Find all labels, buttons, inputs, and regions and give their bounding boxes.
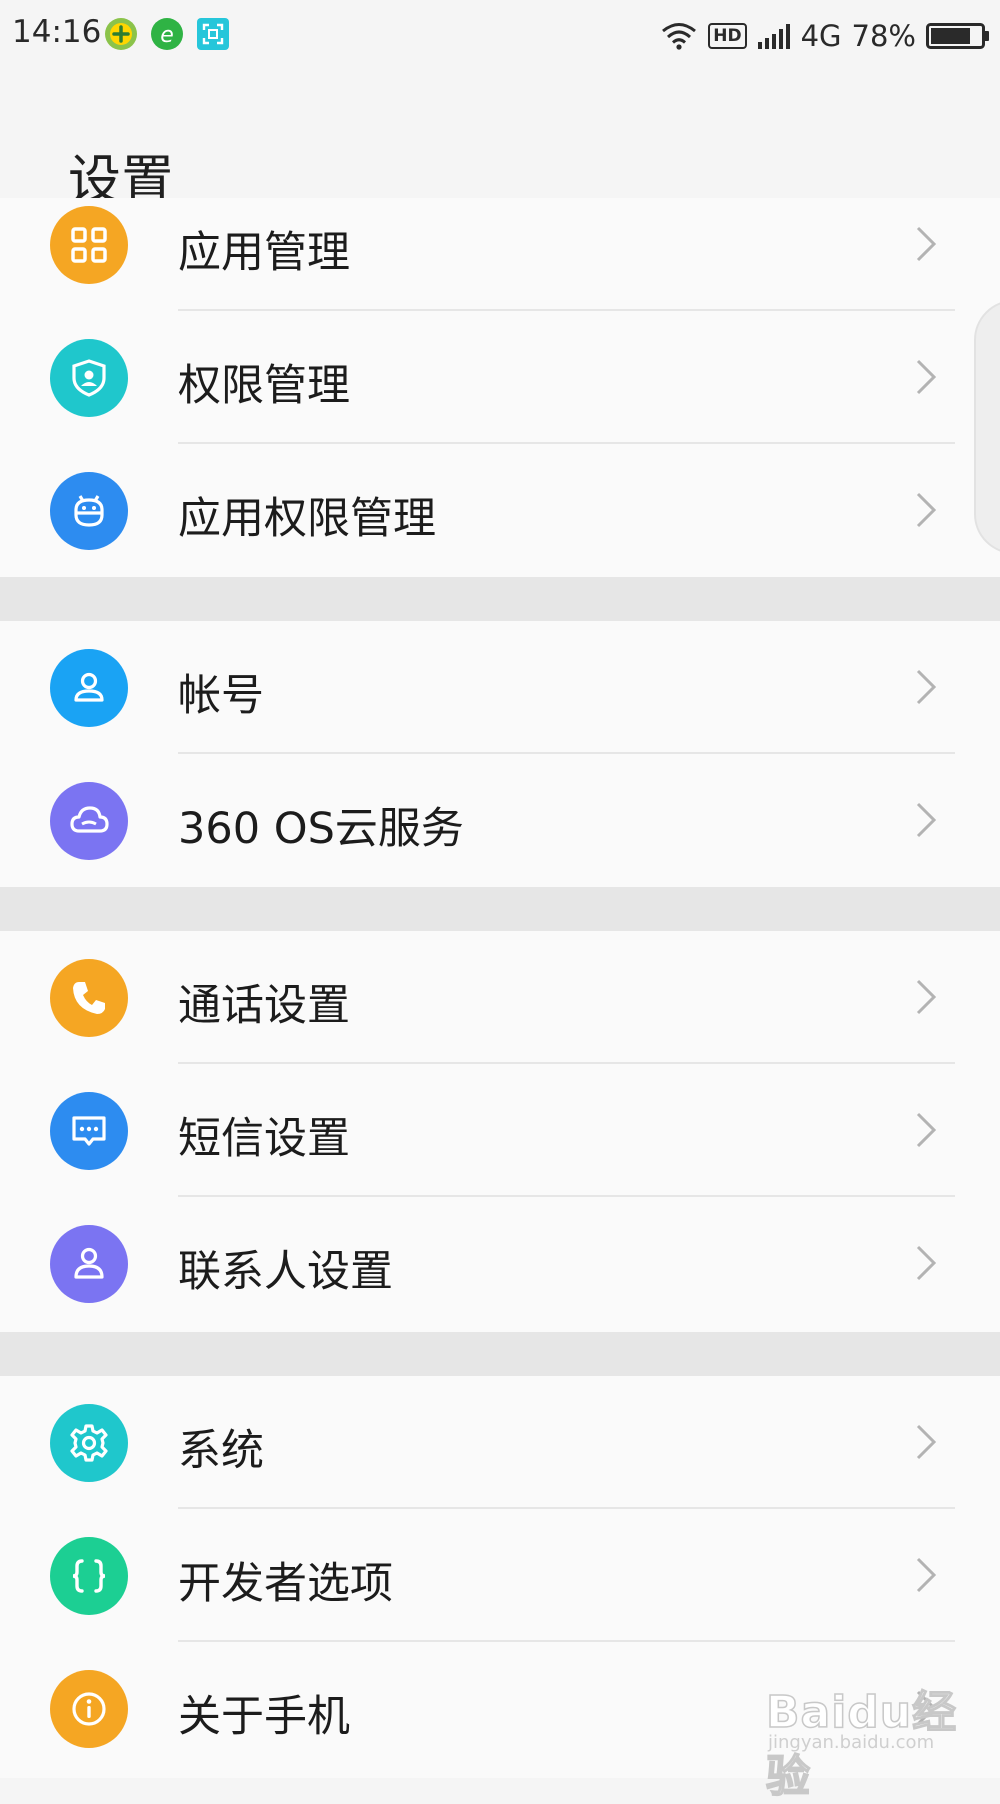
- settings-group-communication: 通话设置 短信设置 联系人设置: [0, 931, 1000, 1332]
- chevron-right-icon: [916, 359, 937, 395]
- settings-group-account: 帐号 360 OS云服务: [0, 621, 1000, 887]
- grid-apps-icon: [50, 206, 128, 284]
- network-type: 4G: [800, 19, 842, 53]
- settings-item-app-permission-management[interactable]: 应用权限管理: [0, 444, 1000, 577]
- settings-item-app-management[interactable]: 应用管理: [0, 198, 1000, 311]
- battery-percent: 78%: [851, 19, 916, 53]
- info-icon: [50, 1670, 128, 1748]
- side-scroll-handle[interactable]: [974, 300, 1000, 554]
- status-time: 14:16: [12, 14, 102, 50]
- section-separator: [0, 577, 1000, 621]
- section-separator: [0, 887, 1000, 931]
- chevron-right-icon: [916, 1557, 937, 1593]
- settings-item-system[interactable]: 系统: [0, 1376, 1000, 1509]
- settings-item-label: 帐号: [178, 671, 264, 721]
- notification-icons: e: [104, 17, 230, 51]
- chevron-right-icon: [916, 1245, 937, 1281]
- shield-user-icon: [50, 339, 128, 417]
- settings-item-sms-settings[interactable]: 短信设置: [0, 1064, 1000, 1197]
- status-right: HD 4G 78%: [660, 14, 990, 58]
- settings-item-label: 联系人设置: [178, 1247, 393, 1297]
- browser-e-icon: e: [151, 18, 183, 50]
- settings-item-label: 权限管理: [178, 361, 350, 411]
- settings-item-label: 系统: [178, 1426, 264, 1476]
- settings-item-label: 开发者选项: [178, 1559, 393, 1609]
- contact-icon: [50, 1225, 128, 1303]
- settings-item-label: 应用权限管理: [178, 494, 436, 544]
- settings-item-label: 关于手机: [178, 1692, 350, 1742]
- settings-item-label: 360 OS云服务: [178, 804, 464, 854]
- phone-icon: [50, 959, 128, 1037]
- chevron-right-icon: [916, 226, 937, 262]
- 360-plus-icon: [105, 18, 137, 50]
- settings-item-developer-options[interactable]: 开发者选项: [0, 1509, 1000, 1642]
- chevron-right-icon: [916, 979, 937, 1015]
- battery-icon: [926, 23, 989, 49]
- gear-icon: [50, 1404, 128, 1482]
- section-separator: [0, 1332, 1000, 1376]
- chevron-right-icon: [916, 1424, 937, 1460]
- settings-item-label: 通话设置: [178, 981, 350, 1031]
- settings-item-label: 应用管理: [178, 228, 350, 278]
- chevron-right-icon: [916, 802, 937, 838]
- settings-item-call-settings[interactable]: 通话设置: [0, 931, 1000, 1064]
- status-bar: 14:16 e HD 4G 78%: [0, 0, 1000, 72]
- watermark: Baidu经验 jingyan.baidu.com: [762, 1672, 962, 1803]
- chevron-right-icon: [916, 492, 937, 528]
- hd-badge: HD: [708, 23, 747, 49]
- svg-text:e: e: [160, 23, 174, 48]
- cloud-icon: [50, 782, 128, 860]
- settings-item-contact-settings[interactable]: 联系人设置: [0, 1197, 1000, 1330]
- chevron-right-icon: [916, 1112, 937, 1148]
- person-icon: [50, 649, 128, 727]
- message-icon: [50, 1092, 128, 1170]
- chevron-right-icon: [916, 669, 937, 705]
- watermark-url: jingyan.baidu.com: [768, 1732, 935, 1753]
- settings-item-account[interactable]: 帐号: [0, 621, 1000, 754]
- settings-group-apps: 应用管理 权限管理 应用权限管理: [0, 198, 1000, 577]
- android-icon: [50, 472, 128, 550]
- braces-icon: [50, 1537, 128, 1615]
- signal-icon: [757, 24, 790, 49]
- settings-item-360os-cloud[interactable]: 360 OS云服务: [0, 754, 1000, 887]
- settings-item-permission-management[interactable]: 权限管理: [0, 311, 1000, 444]
- app-header: 设置: [0, 72, 1000, 211]
- settings-item-label: 短信设置: [178, 1114, 350, 1164]
- wifi-icon: [662, 23, 697, 50]
- scan-icon: [197, 18, 229, 50]
